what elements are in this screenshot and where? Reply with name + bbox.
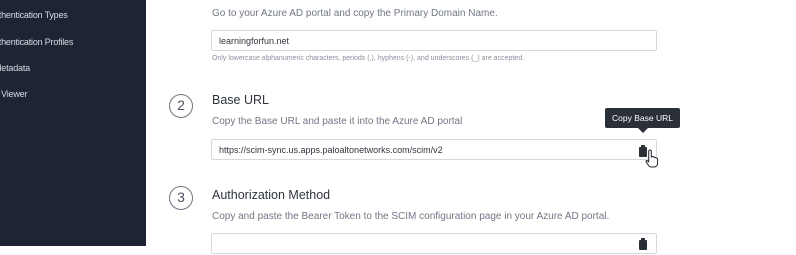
step-3-number: 3 (169, 186, 193, 210)
copy-base-url-tooltip: Copy Base URL (605, 108, 680, 133)
sidebar: uthentication Types uthentication Profil… (0, 0, 146, 246)
base-url-helper-text: Copy the Base URL and paste it into the … (212, 116, 463, 127)
domain-helper-text: Go to your Azure AD portal and copy the … (212, 8, 498, 19)
domain-name-value: learningforfun.net (219, 36, 290, 46)
domain-name-field[interactable]: learningforfun.net (211, 30, 657, 51)
domain-hint-text: Only lowercase alphanumeric characters, … (212, 55, 525, 62)
sidebar-item-log-viewer[interactable]: g Viewer (0, 89, 27, 99)
base-url-field[interactable]: https://scim-sync.us.apps.paloaltonetwor… (211, 139, 657, 160)
hand-pointer-icon (645, 149, 659, 168)
authorization-helper-text: Copy and paste the Bearer Token to the S… (212, 211, 610, 222)
clipboard-icon[interactable] (638, 237, 648, 250)
base-url-title: Base URL (212, 93, 269, 107)
base-url-value: https://scim-sync.us.apps.paloaltonetwor… (219, 145, 443, 155)
sidebar-item-authentication-profiles[interactable]: uthentication Profiles (0, 37, 73, 47)
authorization-method-title: Authorization Method (212, 188, 331, 202)
bearer-token-field[interactable] (211, 233, 657, 254)
sidebar-item-metadata[interactable]: Metadata (0, 63, 30, 73)
sidebar-item-authentication-types[interactable]: uthentication Types (0, 10, 68, 20)
step-2-number: 2 (169, 94, 193, 118)
